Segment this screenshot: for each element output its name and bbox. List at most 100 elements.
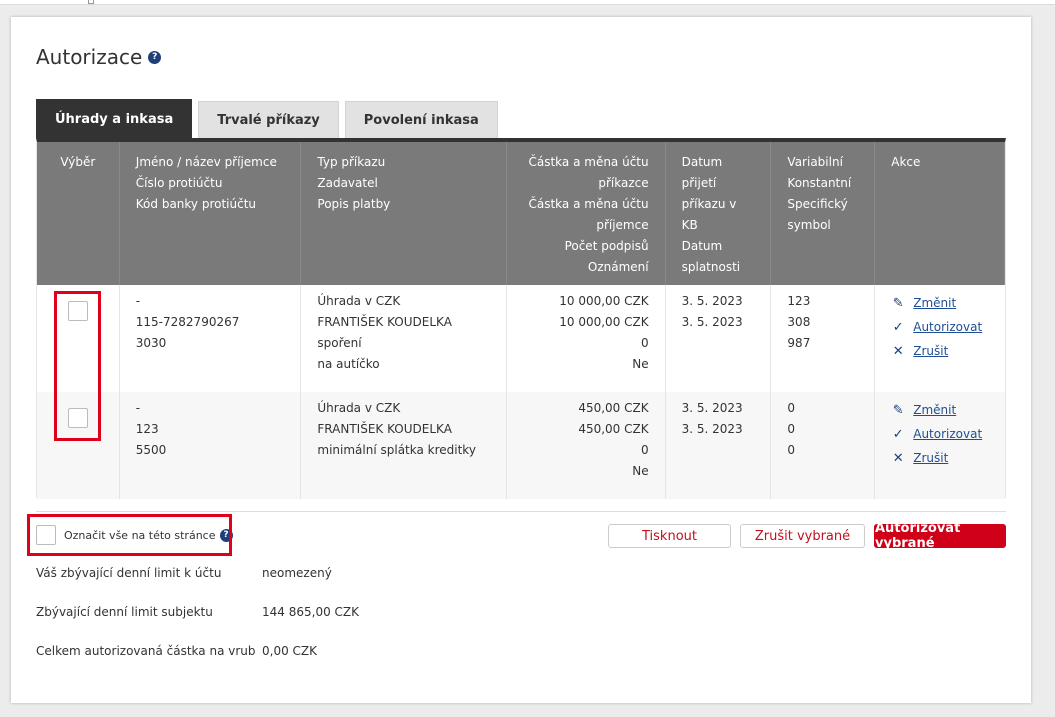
cancel-link[interactable]: Zrušit — [913, 448, 948, 469]
signature-count: 0 — [640, 443, 649, 457]
payment-description: na autíčko — [317, 357, 380, 371]
authorize-action[interactable]: ✓ Autorizovat — [891, 315, 989, 339]
pencil-icon: ✎ — [892, 402, 904, 418]
authorization-card: Autorizace ? Úhrady a inkasa Trvalé přík… — [11, 17, 1031, 703]
header-recipient: Jméno / název příjemce Číslo protiúčtu K… — [120, 142, 302, 285]
bank-code: 5500 — [135, 443, 167, 457]
header-line: příkazce — [598, 176, 649, 190]
orders-table: Výběr Jméno / název příjemce Číslo proti… — [36, 138, 1006, 499]
table-row: - 123 5500 Úhrada v CZK FRANTIŠEK KOUDEL… — [37, 392, 1005, 499]
actions-cell: ✎ Změnit ✓ Autorizovat ✕ Zrušit — [875, 285, 1005, 392]
header-line: Jméno / název příjemce — [135, 155, 277, 169]
limit-account-value: neomezený — [262, 566, 332, 580]
edit-action[interactable]: ✎ Změnit — [891, 398, 989, 422]
payment-description: minimální splátka kreditky — [317, 443, 476, 457]
header-line: Typ příkazu — [317, 155, 386, 169]
limit-subject-value: 144 865,00 CZK — [262, 605, 359, 619]
recipient-cell: - 115-7282790267 3030 — [120, 285, 302, 392]
header-order-type: Typ příkazu Zadavatel Popis platby — [301, 142, 507, 285]
payee-amount: 450,00 CZK — [578, 422, 649, 436]
check-icon: ✓ — [892, 426, 904, 442]
originator: FRANTIŠEK KOUDELKA — [317, 315, 452, 329]
payer-amount: 450,00 CZK — [578, 401, 649, 415]
header-line: Popis platby — [317, 197, 391, 211]
cancel-action[interactable]: ✕ Zrušit — [891, 446, 989, 470]
section-divider — [36, 511, 1006, 512]
amount-cell: 450,00 CZK 450,00 CZK 0 Ne — [507, 392, 666, 499]
received-date: 3. 5. 2023 — [681, 401, 743, 415]
header-actions: Akce — [875, 142, 1005, 285]
actions-cell: ✎ Změnit ✓ Autorizovat ✕ Zrušit — [875, 392, 1005, 499]
notification: Ne — [632, 464, 649, 478]
cancel-action[interactable]: ✕ Zrušit — [891, 339, 989, 363]
tab-direct-debit-permissions[interactable]: Povolení inkasa — [344, 101, 498, 139]
check-icon: ✓ — [892, 319, 904, 335]
order-type: Úhrada v CZK — [317, 401, 401, 415]
payment-description: spoření — [317, 336, 362, 350]
specific-symbol: 987 — [787, 336, 811, 350]
limit-account-label: Váš zbývající denní limit k účtu — [36, 566, 222, 580]
header-line: Datum — [681, 239, 723, 253]
cancel-link[interactable]: Zrušit — [913, 341, 948, 362]
pencil-icon: ✎ — [892, 295, 904, 311]
recipient-name: - — [135, 401, 141, 415]
limit-subject-label: Zbývající denní limit subjektu — [36, 605, 213, 619]
page-title-text: Autorizace — [36, 45, 143, 69]
header-symbols: Variabilní Konstantní Specifický symbol — [771, 142, 876, 285]
header-select: Výběr — [37, 142, 120, 285]
close-icon: ✕ — [892, 343, 904, 359]
constant-symbol: 308 — [787, 315, 811, 329]
constant-symbol: 0 — [787, 422, 796, 436]
header-line: splatnosti — [681, 260, 741, 274]
top-marker — [88, 0, 94, 4]
header-line: Částka a měna účtu — [528, 197, 649, 211]
variable-symbol: 0 — [787, 401, 796, 415]
edit-link[interactable]: Změnit — [913, 400, 956, 421]
authorize-link[interactable]: Autorizovat — [913, 424, 982, 445]
header-line: Počet podpisů — [564, 239, 649, 253]
header-line: Výběr — [60, 155, 96, 169]
header-line: Částka a měna účtu — [528, 155, 649, 169]
authorize-selected-button[interactable]: Autorizovat vybrané — [874, 521, 1006, 551]
table-row: - 115-7282790267 3030 Úhrada v CZK FRANT… — [37, 285, 1005, 392]
header-line: Akce — [891, 155, 921, 169]
symbols-cell: 0 0 0 — [771, 392, 876, 499]
notification: Ne — [632, 357, 649, 371]
highlight-select-all — [27, 514, 232, 556]
variable-symbol: 123 — [787, 294, 811, 308]
symbols-cell: 123 308 987 — [771, 285, 876, 392]
received-date: 3. 5. 2023 — [681, 294, 743, 308]
tab-standing-orders[interactable]: Trvalé příkazy — [198, 101, 339, 139]
recipient-cell: - 123 5500 — [120, 392, 302, 499]
cancel-selected-button[interactable]: Zrušit vybrané — [740, 524, 865, 548]
order-type: Úhrada v CZK — [317, 294, 401, 308]
edit-link[interactable]: Změnit — [913, 293, 956, 314]
header-line: přijetí — [681, 176, 717, 190]
help-icon[interactable]: ? — [148, 50, 162, 64]
edit-action[interactable]: ✎ Změnit — [891, 291, 989, 315]
header-line: Zadavatel — [317, 176, 378, 190]
payee-amount: 10 000,00 CZK — [559, 315, 649, 329]
authorize-link[interactable]: Autorizovat — [913, 317, 982, 338]
header-line: Datum — [681, 155, 723, 169]
tab-payments-collections[interactable]: Úhrady a inkasa — [36, 99, 193, 139]
tab-bar: Úhrady a inkasa Trvalé příkazy Povolení … — [36, 99, 504, 139]
header-line: příjemce — [596, 218, 649, 232]
recipient-name: - — [135, 294, 141, 308]
due-date: 3. 5. 2023 — [681, 315, 743, 329]
header-line: Specifický — [787, 197, 848, 211]
authorize-action[interactable]: ✓ Autorizovat — [891, 422, 989, 446]
originator: FRANTIŠEK KOUDELKA — [317, 422, 452, 436]
header-line: Číslo protiúčtu — [135, 176, 223, 190]
authorized-total-label: Celkem autorizovaná částka na vrub — [36, 644, 256, 658]
header-line: Kód banky protiúčtu — [135, 197, 257, 211]
header-line: Konstantní — [787, 176, 852, 190]
print-button[interactable]: Tisknout — [608, 524, 731, 548]
authorized-total-value: 0,00 CZK — [262, 644, 318, 658]
header-line: Variabilní — [787, 155, 843, 169]
header-line: příkazu v KB — [681, 197, 737, 232]
payer-amount: 10 000,00 CZK — [559, 294, 649, 308]
close-icon: ✕ — [892, 450, 904, 466]
counter-account: 123 — [135, 422, 159, 436]
specific-symbol: 0 — [787, 443, 796, 457]
